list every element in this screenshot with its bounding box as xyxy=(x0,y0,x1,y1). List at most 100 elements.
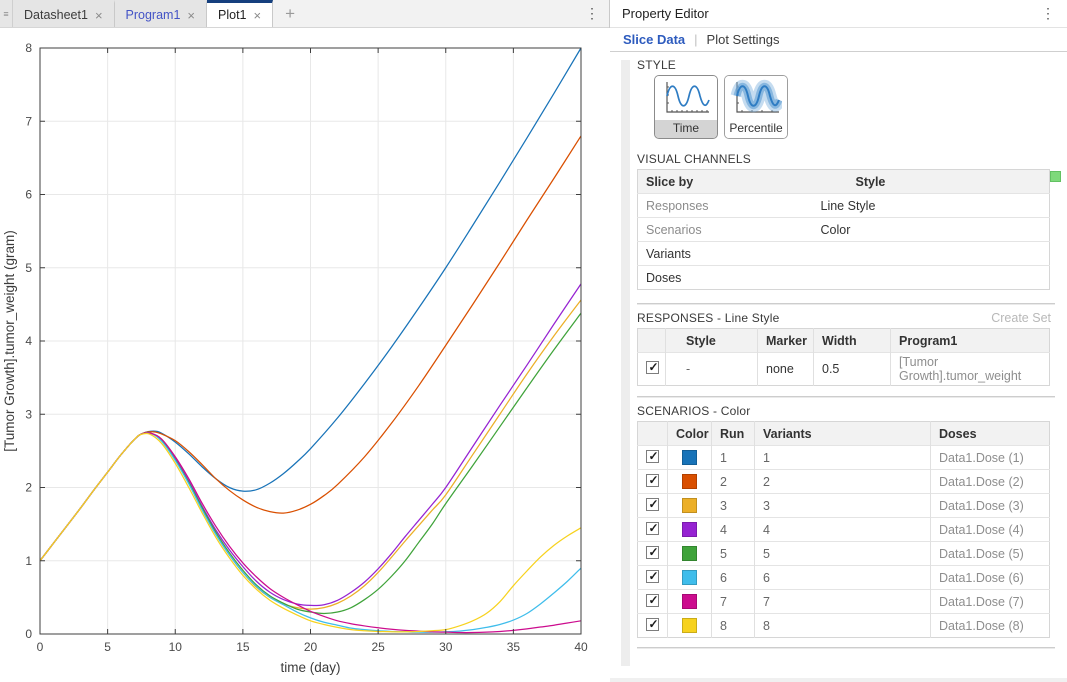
tab-label: Program1 xyxy=(126,8,181,22)
color-cell xyxy=(668,518,712,542)
scenario-checkbox[interactable] xyxy=(646,618,659,631)
column-header-style: Style xyxy=(813,170,1050,194)
color-cell xyxy=(668,446,712,470)
color-swatch[interactable] xyxy=(682,570,697,585)
document-tabbar: ≡ Datasheet1 × Program1 × Plot1 × + ⋮ xyxy=(0,0,609,28)
column-header-style: Style xyxy=(666,329,758,353)
close-icon[interactable]: × xyxy=(187,9,195,22)
dose-cell: Data1.Dose (2) xyxy=(931,470,1050,494)
variants-cell: 3 xyxy=(755,494,931,518)
dose-cell: Data1.Dose (4) xyxy=(931,518,1050,542)
style-cell[interactable] xyxy=(813,266,1050,290)
tab-plot-settings[interactable]: Plot Settings xyxy=(707,32,780,47)
x-tick-label: 30 xyxy=(439,640,453,654)
line-style-cell[interactable]: - xyxy=(666,353,758,386)
color-swatch[interactable] xyxy=(682,450,697,465)
variants-cell: 6 xyxy=(755,566,931,590)
scenario-row[interactable]: 77Data1.Dose (7) xyxy=(638,590,1050,614)
y-tick-label: 7 xyxy=(25,114,32,128)
run-cell: 3 xyxy=(712,494,755,518)
response-row[interactable]: - none 0.5 [Tumor Growth].tumor_weight xyxy=(638,353,1050,386)
plot-canvas-wrap: 0510152025303540012345678time (day)[Tumo… xyxy=(0,28,610,682)
property-editor-tabs: Slice Data | Plot Settings xyxy=(610,28,1067,52)
variants-cell: 1 xyxy=(755,446,931,470)
time-style-button[interactable]: Time xyxy=(654,75,718,139)
color-swatch[interactable] xyxy=(682,522,697,537)
y-tick-label: 6 xyxy=(25,188,32,202)
checkbox-cell xyxy=(638,614,668,638)
tab-label: Datasheet1 xyxy=(24,8,88,22)
scenario-checkbox[interactable] xyxy=(646,594,659,607)
scenario-checkbox[interactable] xyxy=(646,546,659,559)
time-plot-icon xyxy=(655,76,717,120)
percentile-plot-icon xyxy=(725,76,787,120)
dose-cell: Data1.Dose (8) xyxy=(931,614,1050,638)
table-row[interactable]: Scenarios Color xyxy=(638,218,1050,242)
scenario-row[interactable]: 66Data1.Dose (6) xyxy=(638,566,1050,590)
color-cell xyxy=(668,614,712,638)
tab-program1[interactable]: Program1 × xyxy=(115,0,207,27)
response-checkbox[interactable] xyxy=(646,361,659,374)
run-cell: 7 xyxy=(712,590,755,614)
color-swatch[interactable] xyxy=(682,474,697,489)
x-tick-label: 35 xyxy=(507,640,521,654)
run-cell: 1 xyxy=(712,446,755,470)
style-cell[interactable] xyxy=(813,242,1050,266)
responses-label-text: RESPONSES - xyxy=(637,311,721,325)
color-cell xyxy=(668,566,712,590)
tab-slice-data[interactable]: Slice Data xyxy=(623,32,685,47)
scenario-checkbox[interactable] xyxy=(646,522,659,535)
percentile-style-button[interactable]: Percentile xyxy=(724,75,788,139)
create-set-button[interactable]: Create Set xyxy=(991,311,1051,325)
tab-datasheet1[interactable]: Datasheet1 × xyxy=(13,0,115,27)
x-tick-label: 40 xyxy=(574,640,588,654)
dose-cell: Data1.Dose (1) xyxy=(931,446,1050,470)
table-row[interactable]: Variants xyxy=(638,242,1050,266)
color-swatch[interactable] xyxy=(682,594,697,609)
tab-plot1[interactable]: Plot1 × xyxy=(207,0,273,27)
width-cell[interactable]: 0.5 xyxy=(814,353,891,386)
color-swatch[interactable] xyxy=(682,498,697,513)
run-cell: 2 xyxy=(712,470,755,494)
tabbar-grip-icon[interactable]: ≡ xyxy=(0,0,13,27)
add-tab-button[interactable]: + xyxy=(273,0,307,27)
scenario-row[interactable]: 11Data1.Dose (1) xyxy=(638,446,1050,470)
table-row[interactable]: Doses xyxy=(638,266,1050,290)
scrollbar-marker[interactable] xyxy=(1050,171,1061,182)
checkbox-cell xyxy=(638,590,668,614)
scenario-row[interactable]: 55Data1.Dose (5) xyxy=(638,542,1050,566)
color-swatch[interactable] xyxy=(682,546,697,561)
scenario-row[interactable]: 22Data1.Dose (2) xyxy=(638,470,1050,494)
table-row[interactable]: Responses Line Style xyxy=(638,194,1050,218)
property-editor-menu-icon[interactable]: ⋮ xyxy=(1041,5,1055,22)
visual-channels-table: Slice by Style Responses Line Style Scen… xyxy=(637,169,1050,290)
run-cell: 4 xyxy=(712,518,755,542)
column-header-variants: Variants xyxy=(755,422,931,446)
percentile-button-label: Percentile xyxy=(725,120,787,138)
slice-by-cell: Variants xyxy=(638,242,813,266)
scenario-row[interactable]: 88Data1.Dose (8) xyxy=(638,614,1050,638)
y-tick-label: 8 xyxy=(25,41,32,55)
close-icon[interactable]: × xyxy=(95,9,103,22)
plot-canvas[interactable]: 0510152025303540012345678time (day)[Tumo… xyxy=(0,28,609,682)
scenario-checkbox[interactable] xyxy=(646,498,659,511)
tabbar-menu-icon[interactable]: ⋮ xyxy=(575,0,609,27)
close-icon[interactable]: × xyxy=(254,9,262,22)
scenario-checkbox[interactable] xyxy=(646,474,659,487)
y-tick-label: 1 xyxy=(25,554,32,568)
section-gutter xyxy=(621,60,630,666)
scenario-row[interactable]: 44Data1.Dose (4) xyxy=(638,518,1050,542)
scenario-row[interactable]: 33Data1.Dose (3) xyxy=(638,494,1050,518)
simbiology-app: ≡ Datasheet1 × Program1 × Plot1 × + ⋮ 05… xyxy=(0,0,1067,682)
scenario-checkbox[interactable] xyxy=(646,450,659,463)
plot-pane: ≡ Datasheet1 × Program1 × Plot1 × + ⋮ 05… xyxy=(0,0,610,682)
column-header-run: Run xyxy=(712,422,755,446)
marker-cell[interactable]: none xyxy=(758,353,814,386)
scenario-checkbox[interactable] xyxy=(646,570,659,583)
responses-section-label: RESPONSES - Line Style xyxy=(637,311,779,325)
x-tick-label: 15 xyxy=(236,640,250,654)
style-cell[interactable]: Line Style xyxy=(813,194,1050,218)
section-separator xyxy=(637,396,1055,398)
style-cell[interactable]: Color xyxy=(813,218,1050,242)
color-swatch[interactable] xyxy=(682,618,697,633)
